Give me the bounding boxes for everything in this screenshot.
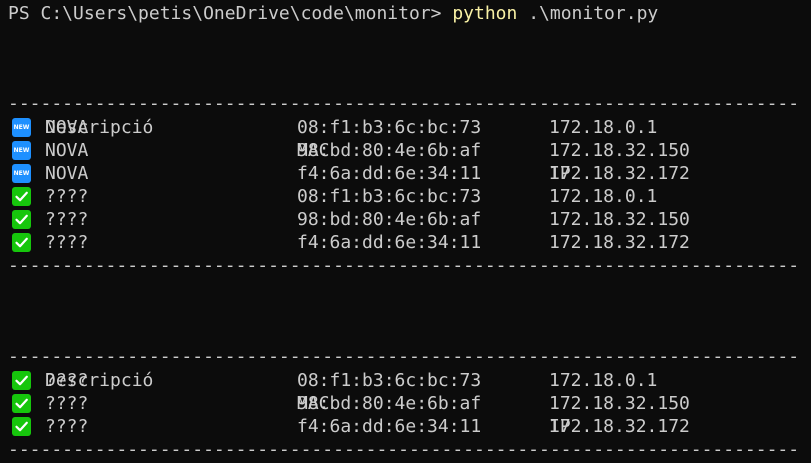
cell-mac: f4:6a:dd:6e:34:11 — [297, 163, 482, 184]
new-badge-icon: NEW — [12, 118, 32, 138]
prompt-argument: .\monitor.py — [517, 3, 659, 24]
check-mark-icon — [12, 371, 32, 391]
table-row: ???? 98:bd:80:4e:6b:af 172.18.32.150 — [8, 392, 798, 415]
cell-mac: 08:f1:b3:6c:bc:73 — [297, 117, 482, 138]
cell-ip: 172.18.0.1 — [549, 186, 658, 207]
cell-ip: 172.18.32.172 — [549, 163, 690, 184]
table-row: NEW NOVA 98:bd:80:4e:6b:af 172.18.32.150 — [8, 139, 798, 162]
table-row: ???? 08:f1:b3:6c:bc:73 172.18.0.1 — [8, 185, 798, 208]
check-mark-icon — [12, 394, 32, 414]
table-1-header-separator: ----------------------------------------… — [8, 93, 798, 114]
cell-ip: 172.18.32.150 — [549, 393, 690, 414]
cell-mac: 08:f1:b3:6c:bc:73 — [297, 370, 482, 391]
cell-mac: 98:bd:80:4e:6b:af — [297, 140, 482, 161]
cell-description: ???? — [45, 416, 89, 437]
command-prompt-line: PS C:\Users\petis\OneDrive\code\monitor>… — [8, 2, 658, 25]
table-row: ???? 08:f1:b3:6c:bc:73 172.18.0.1 — [8, 369, 798, 392]
cell-ip: 172.18.32.150 — [549, 209, 690, 230]
cell-description: NOVA — [45, 163, 89, 184]
new-badge-label: NEW — [12, 118, 31, 137]
prompt-command: python — [452, 3, 518, 24]
cell-description: NOVA — [45, 140, 89, 161]
table-2-footer-separator: ----------------------------------------… — [8, 439, 798, 460]
table-row: NEW NOVA f4:6a:dd:6e:34:11 172.18.32.172 — [8, 162, 798, 185]
check-mark-icon — [12, 417, 32, 437]
power-icon — [12, 72, 32, 135]
cell-mac: 98:bd:80:4e:6b:af — [297, 209, 482, 230]
cell-mac: 98:bd:80:4e:6b:af — [297, 393, 482, 414]
cell-ip: 172.18.0.1 — [549, 117, 658, 138]
table-row: ???? f4:6a:dd:6e:34:11 172.18.32.172 — [8, 231, 798, 254]
new-badge-label: NEW — [12, 164, 31, 183]
cell-ip: 172.18.32.150 — [549, 140, 690, 161]
check-mark-icon — [12, 187, 32, 207]
cell-ip: 172.18.0.1 — [549, 370, 658, 391]
table-row: ???? 98:bd:80:4e:6b:af 172.18.32.150 — [8, 208, 798, 231]
cell-description: ???? — [45, 370, 89, 391]
cell-description: ???? — [45, 186, 89, 207]
table-row: ???? f4:6a:dd:6e:34:11 172.18.32.172 — [8, 415, 798, 438]
new-badge-label: NEW — [12, 141, 31, 160]
cell-ip: 172.18.32.172 — [549, 416, 690, 437]
check-mark-icon — [12, 210, 32, 230]
cell-description: ???? — [45, 393, 89, 414]
cell-description: ???? — [45, 209, 89, 230]
cell-description: ???? — [45, 232, 89, 253]
check-mark-icon — [12, 233, 32, 253]
new-badge-icon: NEW — [12, 164, 32, 184]
cell-ip: 172.18.32.172 — [549, 232, 690, 253]
cell-description: NOVA — [45, 117, 89, 138]
table-1-footer-separator: ----------------------------------------… — [8, 255, 798, 276]
cell-mac: f4:6a:dd:6e:34:11 — [297, 416, 482, 437]
prompt-path: PS C:\Users\petis\OneDrive\code\monitor> — [8, 3, 453, 24]
cell-mac: f4:6a:dd:6e:34:11 — [297, 232, 482, 253]
table-1-header: Descripció MAC IP — [8, 70, 798, 184]
new-badge-icon: NEW — [12, 141, 32, 161]
table-row: NEW NOVA 08:f1:b3:6c:bc:73 172.18.0.1 — [8, 116, 798, 139]
terminal-window[interactable]: PS C:\Users\petis\OneDrive\code\monitor>… — [0, 0, 811, 463]
table-2-header-separator: ----------------------------------------… — [8, 346, 798, 367]
table-2-header: Descripció MAC IP — [8, 323, 798, 437]
power-icon — [12, 325, 32, 388]
cell-mac: 08:f1:b3:6c:bc:73 — [297, 186, 482, 207]
